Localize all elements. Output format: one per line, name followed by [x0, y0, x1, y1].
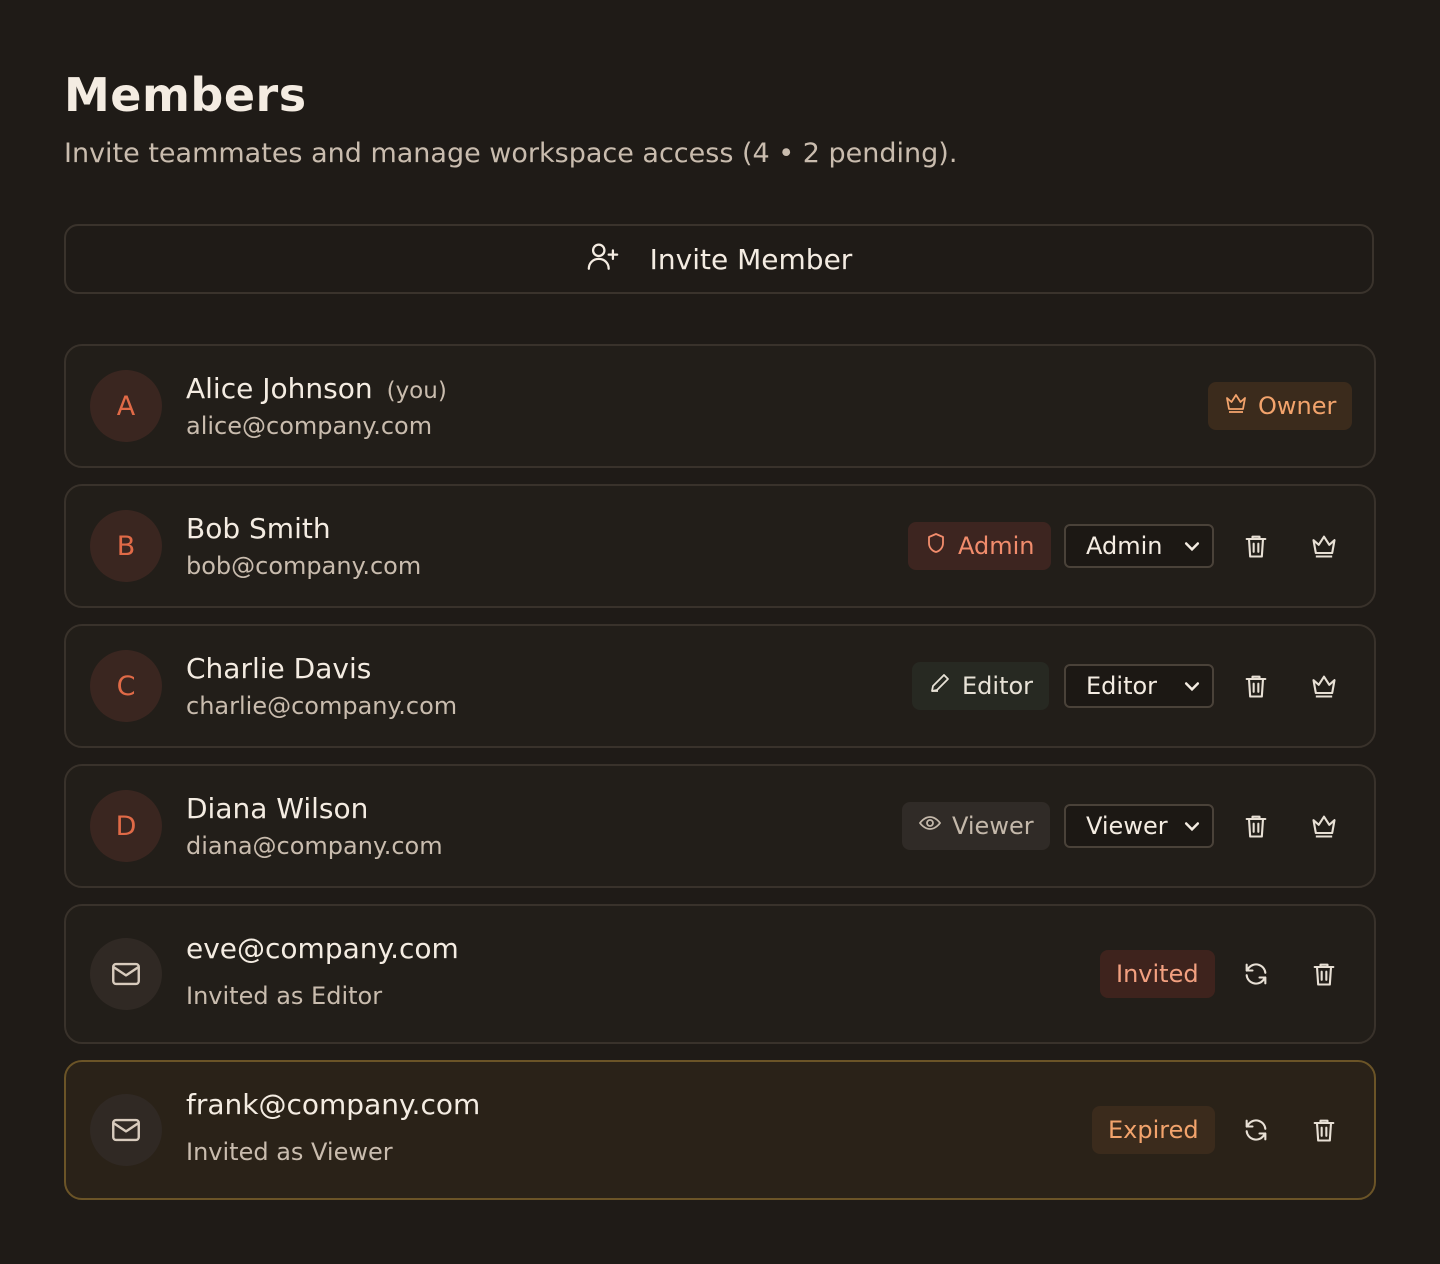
mail-icon	[112, 1118, 140, 1142]
user-plus-icon	[586, 239, 620, 280]
member-email: charlie@company.com	[186, 692, 458, 720]
delete-button[interactable]	[1236, 666, 1276, 706]
member-row-diana: D Diana Wilson diana@company.com Viewer …	[64, 764, 1376, 888]
invite-email: frank@company.com	[186, 1088, 481, 1121]
crown-icon	[1312, 675, 1336, 698]
mail-icon	[112, 962, 140, 986]
invite-role-text: Invited as Editor	[186, 982, 383, 1010]
status-badge-invited: Invited	[1100, 950, 1215, 998]
mail-avatar	[90, 1094, 162, 1166]
member-name: Diana Wilson	[186, 792, 369, 825]
trash-icon	[1313, 1119, 1335, 1142]
mail-avatar	[90, 938, 162, 1010]
role-badge-admin: Admin	[908, 522, 1051, 570]
status-badge-expired: Expired	[1092, 1106, 1215, 1154]
role-select[interactable]: Admin	[1064, 524, 1214, 568]
eye-icon	[918, 811, 942, 841]
role-select[interactable]: Viewer	[1064, 804, 1214, 848]
invite-row-eve: eve@company.com Invited as Editor Invite…	[64, 904, 1376, 1044]
refresh-icon	[1245, 963, 1267, 985]
invite-email: eve@company.com	[186, 932, 459, 965]
trash-icon	[1245, 675, 1267, 698]
chevron-down-icon	[1184, 682, 1200, 692]
revoke-invite-button[interactable]	[1304, 954, 1344, 994]
role-badge-viewer: Viewer	[902, 802, 1050, 850]
trash-icon	[1245, 815, 1267, 838]
member-email: bob@company.com	[186, 552, 422, 580]
member-name: Charlie Davis	[186, 652, 372, 685]
refresh-icon	[1245, 1119, 1267, 1141]
crown-icon	[1224, 391, 1248, 421]
avatar: C	[90, 650, 162, 722]
pencil-icon	[928, 671, 952, 701]
role-badge-label: Editor	[962, 672, 1034, 700]
invite-member-button[interactable]: Invite Member	[64, 224, 1374, 294]
role-badge-label: Viewer	[952, 812, 1034, 840]
invite-row-frank: frank@company.com Invited as Viewer Expi…	[64, 1060, 1376, 1200]
chevron-down-icon	[1184, 822, 1200, 832]
delete-button[interactable]	[1236, 526, 1276, 566]
page-title: Members	[64, 68, 307, 122]
role-badge-label: Owner	[1258, 392, 1337, 420]
trash-icon	[1245, 535, 1267, 558]
role-badge-owner: Owner	[1208, 382, 1353, 430]
trash-icon	[1313, 963, 1335, 986]
member-row-bob: B Bob Smith bob@company.com Admin Admin	[64, 484, 1376, 608]
page-subtitle: Invite teammates and manage workspace ac…	[64, 138, 958, 169]
member-name: Alice Johnson (you)	[186, 372, 447, 405]
member-row-alice: A Alice Johnson (you) alice@company.com O…	[64, 344, 1376, 468]
invite-role-text: Invited as Viewer	[186, 1138, 393, 1166]
avatar: B	[90, 510, 162, 582]
crown-icon	[1312, 535, 1336, 558]
transfer-ownership-button[interactable]	[1304, 526, 1344, 566]
role-badge-label: Admin	[958, 532, 1035, 560]
transfer-ownership-button[interactable]	[1304, 806, 1344, 846]
resend-invite-button[interactable]	[1236, 954, 1276, 994]
invite-member-label: Invite Member	[649, 242, 853, 276]
member-name-text: Alice Johnson	[186, 372, 373, 405]
shield-icon	[924, 531, 948, 561]
member-email: diana@company.com	[186, 832, 443, 860]
resend-invite-button[interactable]	[1236, 1110, 1276, 1150]
member-name: Bob Smith	[186, 512, 331, 545]
avatar: D	[90, 790, 162, 862]
delete-button[interactable]	[1236, 806, 1276, 846]
role-select-value: Editor	[1086, 672, 1158, 700]
role-select-value: Viewer	[1086, 812, 1168, 840]
member-email: alice@company.com	[186, 412, 433, 440]
chevron-down-icon	[1184, 542, 1200, 552]
transfer-ownership-button[interactable]	[1304, 666, 1344, 706]
member-row-charlie: C Charlie Davis charlie@company.com Edit…	[64, 624, 1376, 748]
role-select-value: Admin	[1086, 532, 1163, 560]
avatar: A	[90, 370, 162, 442]
revoke-invite-button[interactable]	[1304, 1110, 1344, 1150]
role-select[interactable]: Editor	[1064, 664, 1214, 708]
role-badge-editor: Editor	[912, 662, 1050, 710]
you-label: (you)	[386, 378, 447, 404]
crown-icon	[1312, 815, 1336, 838]
